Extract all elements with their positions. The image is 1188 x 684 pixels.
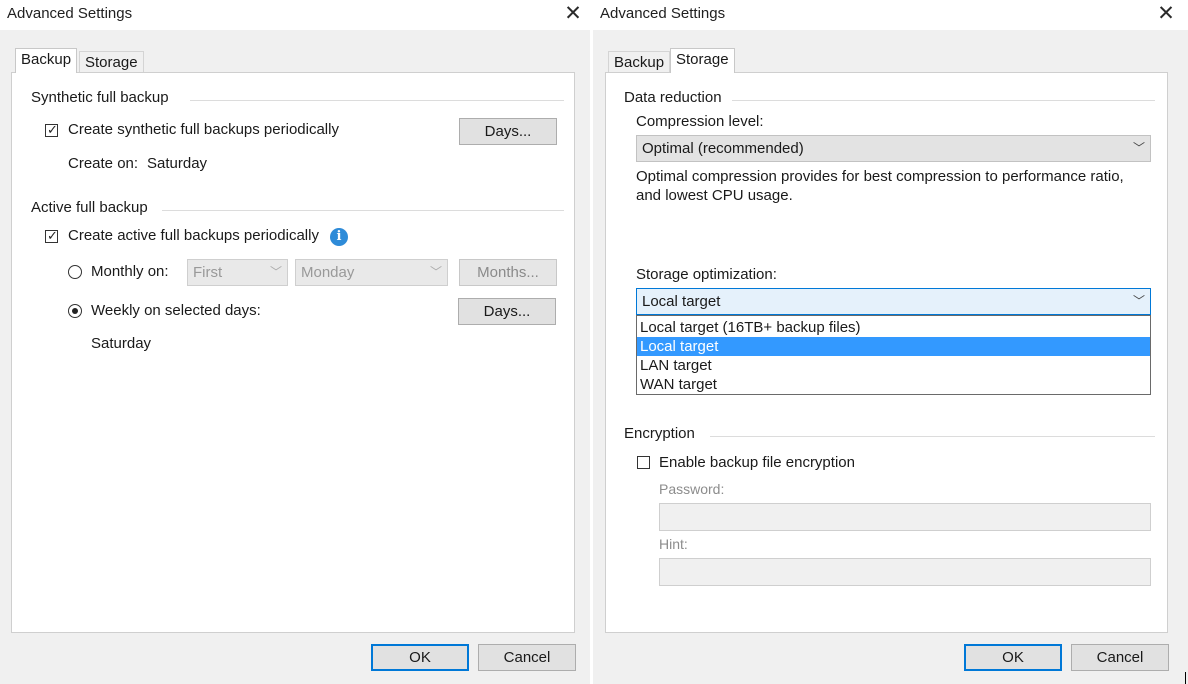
- create-on-value: Saturday: [147, 155, 208, 172]
- group-divider: [190, 100, 564, 101]
- advanced-settings-dialog-backup: Advanced Settings ✕ Backup Storage Synth…: [0, 0, 590, 684]
- hint-field[interactable]: [659, 558, 1151, 586]
- cancel-button[interactable]: Cancel: [1071, 644, 1169, 671]
- months-button[interactable]: Months...: [459, 259, 557, 286]
- ok-button[interactable]: OK: [964, 644, 1062, 671]
- monthly-week-value: First: [193, 264, 223, 281]
- monthly-day-select[interactable]: Monday ﹀: [295, 259, 448, 286]
- synthetic-checkbox[interactable]: ✓: [45, 122, 58, 137]
- info-icon[interactable]: i: [330, 228, 348, 246]
- storage-optimization-dropdown: Local target (16TB+ backup files) Local …: [636, 315, 1151, 395]
- encryption-checkbox[interactable]: [637, 456, 650, 469]
- active-checkbox[interactable]: ✓: [45, 228, 58, 243]
- storage-optimization-select[interactable]: Local target ﹀: [636, 288, 1151, 315]
- synthetic-checkbox-label: Create synthetic full backups periodical…: [68, 121, 339, 138]
- monthly-day-value: Monday: [301, 264, 355, 281]
- group-divider: [732, 100, 1155, 101]
- chevron-down-icon: ﹀: [429, 265, 442, 279]
- tab-backup[interactable]: Backup: [15, 48, 78, 73]
- title-bar: Advanced Settings ✕: [0, 0, 590, 30]
- monthly-label: Monthly on:: [91, 263, 169, 280]
- synthetic-group-label: Synthetic full backup: [31, 89, 169, 106]
- check-icon: ✓: [47, 228, 58, 243]
- tab-storage[interactable]: Storage: [79, 51, 144, 73]
- dialog-title: Advanced Settings: [600, 5, 726, 22]
- tab-panel-backup: Synthetic full backup ✓ Create synthetic…: [11, 72, 575, 633]
- hint-label: Hint:: [659, 536, 688, 552]
- dialog-title: Advanced Settings: [7, 5, 133, 22]
- ok-button[interactable]: OK: [371, 644, 469, 671]
- compression-label: Compression level:: [636, 113, 764, 130]
- group-divider: [162, 210, 564, 211]
- encryption-checkbox-label: Enable backup file encryption: [659, 454, 855, 471]
- dropdown-option-local[interactable]: Local target: [637, 337, 1150, 356]
- tab-panel-storage: Data reduction Compression level: Optima…: [605, 72, 1168, 633]
- password-label: Password:: [659, 481, 725, 497]
- create-on-label: Create on:: [68, 155, 139, 172]
- close-icon[interactable]: ✕: [560, 2, 586, 26]
- chevron-down-icon: ﹀: [269, 265, 282, 279]
- weekly-value: Saturday: [91, 335, 152, 352]
- active-checkbox-label: Create active full backups periodically: [68, 227, 319, 244]
- encryption-group-label: Encryption: [624, 425, 695, 442]
- weekly-label: Weekly on selected days:: [91, 302, 261, 319]
- compression-description-line2: and lowest CPU usage.: [636, 187, 793, 204]
- weekly-days-button[interactable]: Days...: [458, 298, 556, 325]
- compression-value: Optimal (recommended): [642, 140, 804, 157]
- check-icon: ✓: [47, 122, 58, 137]
- advanced-settings-dialog-storage: Advanced Settings ✕ Backup Storage Data …: [593, 0, 1188, 684]
- monthly-radio[interactable]: [68, 265, 82, 279]
- tab-storage[interactable]: Storage: [670, 48, 735, 73]
- synthetic-days-button[interactable]: Days...: [459, 118, 557, 145]
- storage-optimization-label: Storage optimization:: [636, 266, 777, 283]
- active-group-label: Active full backup: [31, 199, 148, 216]
- text-cursor: [1185, 672, 1186, 684]
- dropdown-option-local-16tb[interactable]: Local target (16TB+ backup files): [637, 318, 1150, 337]
- weekly-radio[interactable]: [68, 304, 82, 318]
- tab-backup[interactable]: Backup: [608, 51, 671, 73]
- close-icon[interactable]: ✕: [1153, 2, 1179, 26]
- compression-select[interactable]: Optimal (recommended) ﹀: [636, 135, 1151, 162]
- storage-optimization-value: Local target: [642, 293, 721, 310]
- chevron-down-icon: ﹀: [1132, 294, 1145, 308]
- title-bar: Advanced Settings ✕: [593, 0, 1188, 30]
- password-field[interactable]: [659, 503, 1151, 531]
- dropdown-option-wan[interactable]: WAN target: [637, 375, 1150, 394]
- monthly-week-select[interactable]: First ﹀: [187, 259, 288, 286]
- chevron-down-icon: ﹀: [1132, 141, 1145, 155]
- data-reduction-group-label: Data reduction: [624, 89, 722, 106]
- cancel-button[interactable]: Cancel: [478, 644, 576, 671]
- compression-description-line1: Optimal compression provides for best co…: [636, 168, 1124, 185]
- dropdown-option-lan[interactable]: LAN target: [637, 356, 1150, 375]
- group-divider: [710, 436, 1155, 437]
